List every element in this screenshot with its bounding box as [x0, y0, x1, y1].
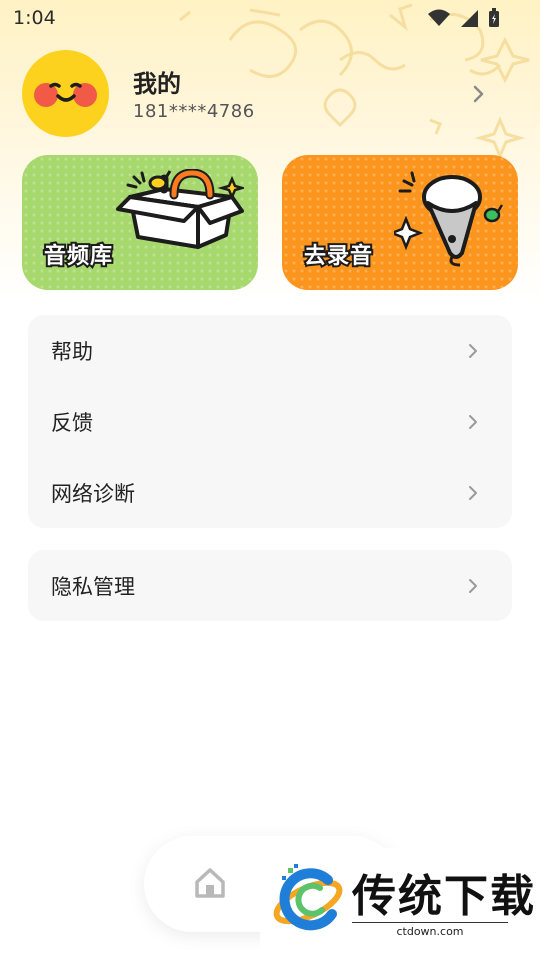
menu-group-main: 帮助 反馈 网络诊断 [28, 315, 512, 528]
microphone-icon [394, 171, 504, 267]
avatar[interactable] [22, 50, 109, 137]
menu-item-label: 网络诊断 [51, 481, 135, 506]
menu-item-label: 反馈 [51, 410, 93, 435]
watermark: 传统下载 ctdown.com [260, 848, 540, 960]
profile-chevron-right-icon[interactable] [466, 82, 490, 106]
menu-item-feedback[interactable]: 反馈 [28, 386, 512, 457]
chevron-right-icon [469, 578, 477, 593]
menu-item-label: 隐私管理 [51, 574, 135, 599]
go-record-card[interactable]: 去录音 [282, 155, 518, 290]
battery-icon [489, 8, 499, 27]
go-record-label: 去录音 [302, 242, 374, 271]
chevron-right-icon [469, 414, 477, 429]
status-bar: 1:04 [0, 0, 540, 36]
chevron-right-icon [469, 343, 477, 358]
profile-phone: 181****4786 [133, 101, 255, 122]
smiley-face-icon [34, 82, 97, 107]
menu-item-label: 帮助 [51, 339, 93, 364]
status-time: 1:04 [13, 7, 56, 29]
menu-item-help[interactable]: 帮助 [28, 315, 512, 386]
profile-name: 我的 [133, 70, 181, 98]
signal-icon [461, 10, 478, 27]
watermark-logo-icon [273, 864, 343, 931]
menu-item-network-diagnosis[interactable]: 网络诊断 [28, 457, 512, 528]
menu-item-privacy-management[interactable]: 隐私管理 [28, 550, 512, 621]
box-icon [116, 169, 244, 249]
chevron-right-icon [469, 485, 477, 500]
audio-library-label: 音频库 [42, 242, 114, 271]
wifi-icon [428, 9, 450, 26]
watermark-url: ctdown.com [352, 922, 508, 938]
home-icon[interactable] [193, 866, 227, 900]
menu-group-privacy: 隐私管理 [28, 550, 512, 621]
audio-library-card[interactable]: 音频库 [22, 155, 258, 290]
watermark-title: 传统下载 [352, 871, 536, 922]
